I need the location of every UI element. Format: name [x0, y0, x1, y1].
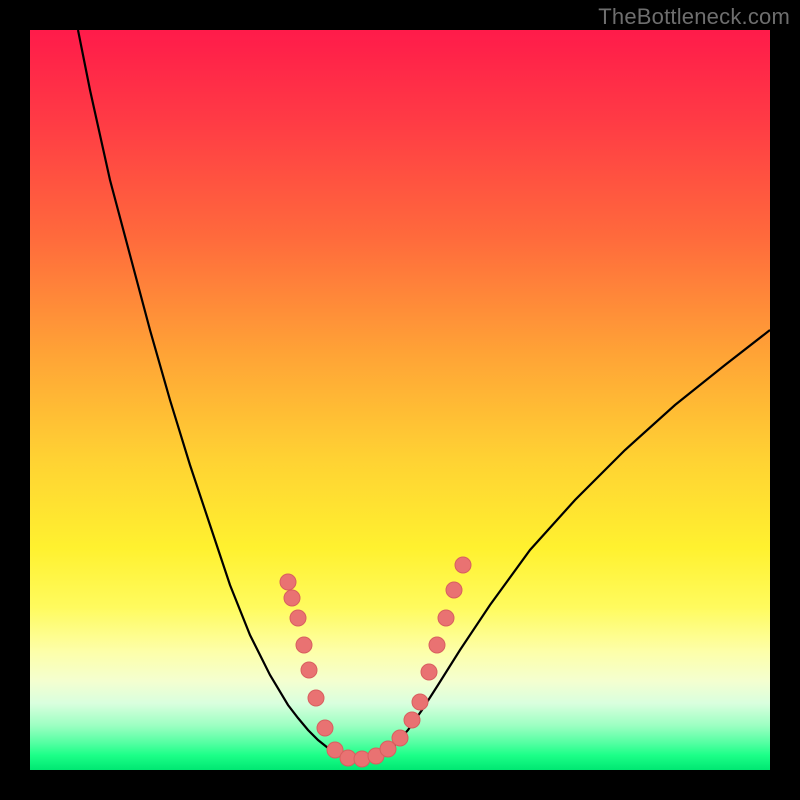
data-point [429, 637, 445, 653]
data-point [354, 751, 370, 767]
data-point [296, 637, 312, 653]
data-point [317, 720, 333, 736]
data-point [446, 582, 462, 598]
data-point [421, 664, 437, 680]
watermark-text: TheBottleneck.com [598, 4, 790, 30]
data-point [280, 574, 296, 590]
bottleneck-curve [78, 30, 770, 759]
data-point [412, 694, 428, 710]
data-point [290, 610, 306, 626]
data-point [308, 690, 324, 706]
data-point [438, 610, 454, 626]
data-point [284, 590, 300, 606]
data-point [404, 712, 420, 728]
chart-svg [30, 30, 770, 770]
data-point [301, 662, 317, 678]
chart-frame: TheBottleneck.com [0, 0, 800, 800]
data-point [392, 730, 408, 746]
plot-area [30, 30, 770, 770]
data-point [455, 557, 471, 573]
